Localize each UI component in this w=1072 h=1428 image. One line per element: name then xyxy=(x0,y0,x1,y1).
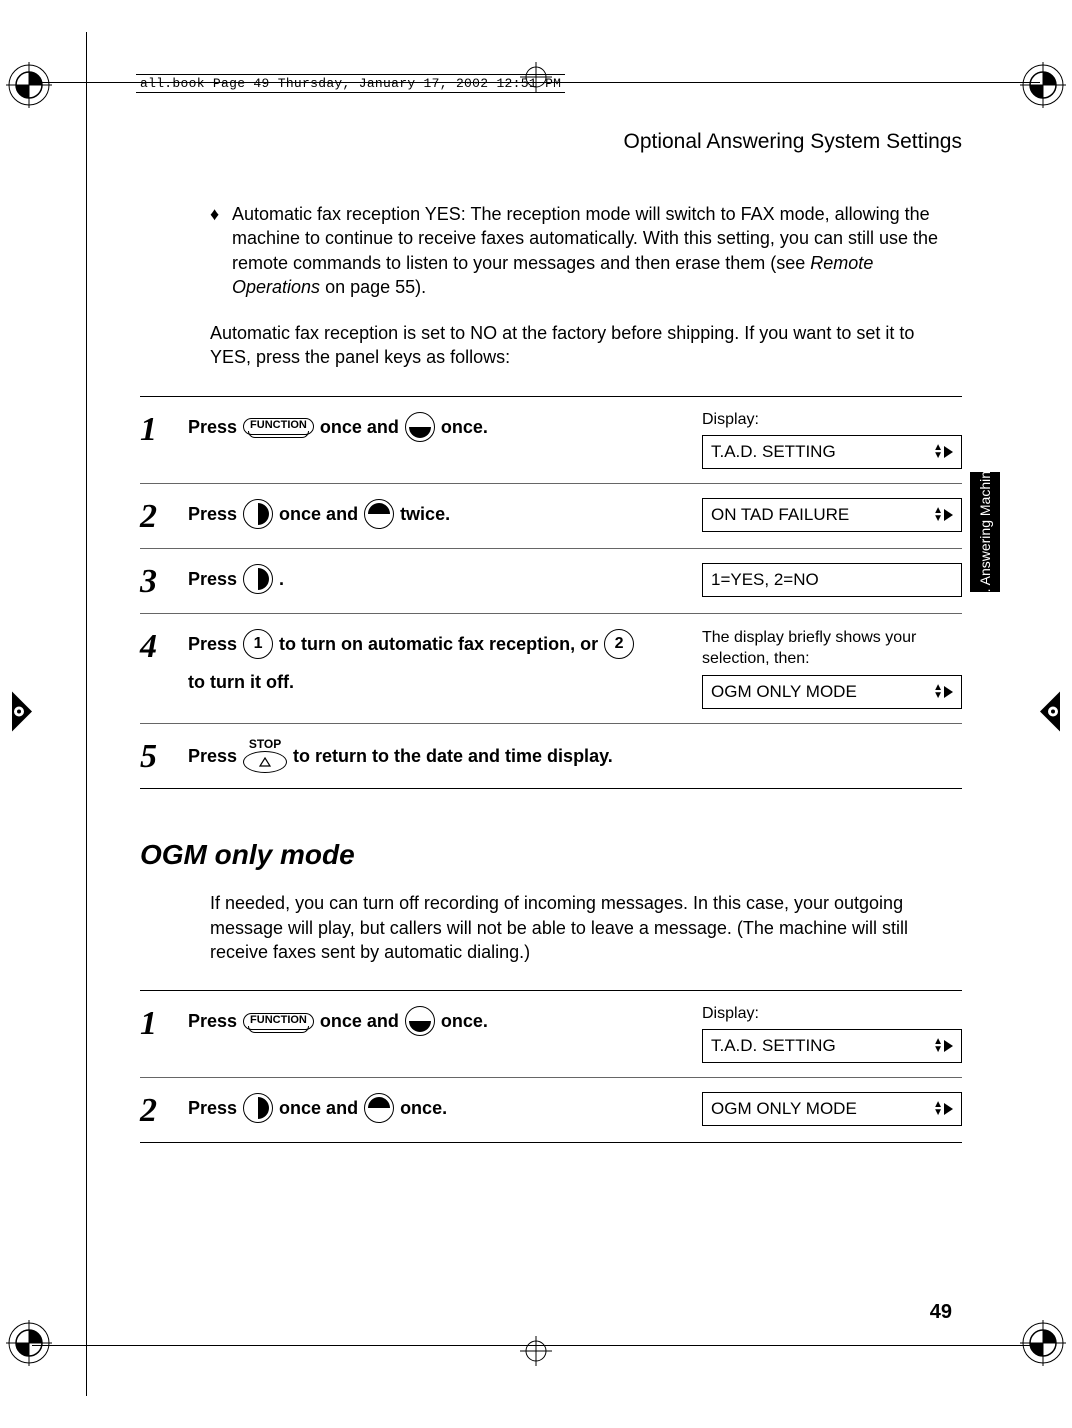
steps-list-2: 1 Press FUNCTION once and once. Display: T.… xyxy=(140,990,962,1143)
lcd-arrows-icon: ▲▼ xyxy=(933,444,953,460)
step-row: 3 Press . 1=YES, 2=NO xyxy=(140,549,962,614)
bullet-marker: ♦ xyxy=(210,202,232,299)
registration-target-icon xyxy=(1020,62,1066,108)
lcd-readout: T.A.D. SETTING▲▼ xyxy=(702,1029,962,1063)
function-key-icon: FUNCTION xyxy=(243,1013,314,1030)
down-arrow-key-icon xyxy=(405,1006,435,1036)
section-paragraph: If needed, you can turn off recording of… xyxy=(210,891,952,964)
step-row: 1 Press FUNCTION once and once. Display: T.… xyxy=(140,991,962,1078)
page-number: 49 xyxy=(930,1301,952,1324)
registration-target-icon xyxy=(6,62,52,108)
registration-target-icon xyxy=(6,1320,52,1366)
step-display-column: Display: T.A.D. SETTING▲▼ xyxy=(702,411,962,469)
page-content: Optional Answering System Settings ♦ Aut… xyxy=(140,130,962,1328)
side-marker-icon xyxy=(1038,690,1062,739)
step-instruction: Press once and once. xyxy=(188,1092,688,1124)
step-row: 2 Press once and twice. ON TAD FAILURE▲▼ xyxy=(140,484,962,549)
step-display-column: ON TAD FAILURE▲▼ xyxy=(702,498,962,532)
step-display-column: OGM ONLY MODE▲▼ xyxy=(702,1092,962,1126)
display-label: Display: xyxy=(702,1005,962,1023)
step-row: 4 Press 1 to turn on automatic fax recept… xyxy=(140,614,962,725)
step-number: 5 xyxy=(140,738,174,774)
right-arrow-key-icon xyxy=(243,499,273,529)
step-display-column: 1=YES, 2=NO xyxy=(702,563,962,597)
side-marker-icon xyxy=(10,690,34,739)
step-display-column: The display briefly shows your selection… xyxy=(702,628,962,710)
steps-list-1: 1 Press FUNCTION once and once. Display: T.… xyxy=(140,396,962,790)
display-label: Display: xyxy=(702,411,962,429)
page-title: Optional Answering System Settings xyxy=(140,130,962,154)
up-arrow-key-icon xyxy=(364,1093,394,1123)
step-display-column: Display: T.A.D. SETTING▲▼ xyxy=(702,1005,962,1063)
step-instruction: Press . xyxy=(188,563,688,595)
lcd-arrows-icon: ▲▼ xyxy=(933,684,953,700)
step-number: 1 xyxy=(140,1005,174,1041)
function-key-icon: FUNCTION xyxy=(243,418,314,435)
stop-key-icon: STOP xyxy=(243,738,287,773)
step-number: 1 xyxy=(140,411,174,447)
section-heading: OGM only mode xyxy=(140,839,962,871)
bullet-item: ♦ Automatic fax reception YES: The recep… xyxy=(210,202,952,299)
lcd-arrows-icon: ▲▼ xyxy=(933,1038,953,1054)
lcd-readout: OGM ONLY MODE▲▼ xyxy=(702,1092,962,1126)
chapter-tab: 3. Answering Machine xyxy=(970,472,1000,592)
up-arrow-key-icon xyxy=(364,499,394,529)
lcd-arrows-icon: ▲▼ xyxy=(933,507,953,523)
right-arrow-key-icon xyxy=(243,1093,273,1123)
lcd-readout: OGM ONLY MODE▲▼ xyxy=(702,675,962,709)
running-header: all.book Page 49 Thursday, January 17, 2… xyxy=(136,74,565,93)
crosshair-icon xyxy=(516,1336,556,1366)
bullet-text-b: on page 55). xyxy=(320,277,426,297)
step-number: 4 xyxy=(140,628,174,664)
step-number: 2 xyxy=(140,498,174,534)
step-row: 5 Press STOP to return to the date and ti… xyxy=(140,724,962,789)
crop-line-left xyxy=(86,32,87,1396)
step-number: 3 xyxy=(140,563,174,599)
registration-target-icon xyxy=(1020,1320,1066,1366)
step-row: 2 Press once and once. OGM ONLY MODE▲▼ xyxy=(140,1078,962,1143)
step-number: 2 xyxy=(140,1092,174,1128)
lcd-readout: 1=YES, 2=NO xyxy=(702,563,962,597)
chapter-tab-label: 3. Answering Machine xyxy=(977,464,992,601)
digit-2-key-icon: 2 xyxy=(604,629,634,659)
step-instruction: Press 1 to turn on automatic fax recepti… xyxy=(188,628,688,699)
right-arrow-key-icon xyxy=(243,564,273,594)
lcd-arrows-icon: ▲▼ xyxy=(933,1101,953,1117)
step-row: 1 Press FUNCTION once and once. Display: T.… xyxy=(140,397,962,484)
step-instruction: Press once and twice. xyxy=(188,498,688,530)
lcd-readout: ON TAD FAILURE▲▼ xyxy=(702,498,962,532)
intro-paragraph: Automatic fax reception is set to NO at … xyxy=(210,321,952,370)
lcd-readout: T.A.D. SETTING▲▼ xyxy=(702,435,962,469)
down-arrow-key-icon xyxy=(405,412,435,442)
digit-1-key-icon: 1 xyxy=(243,629,273,659)
step-instruction: Press FUNCTION once and once. xyxy=(188,411,688,443)
display-note: The display briefly shows your selection… xyxy=(702,628,962,670)
step-instruction: Press FUNCTION once and once. xyxy=(188,1005,688,1037)
bullet-text: Automatic fax reception YES: The recepti… xyxy=(232,202,952,299)
step-instruction: Press STOP to return to the date and tim… xyxy=(188,738,962,773)
